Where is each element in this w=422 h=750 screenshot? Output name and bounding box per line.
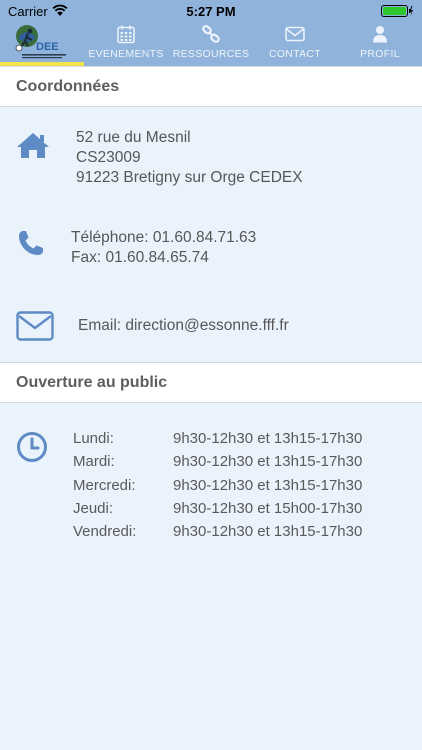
person-icon (373, 26, 387, 43)
section-header-ouverture: Ouverture au public (0, 362, 422, 403)
envelope-icon (285, 26, 305, 42)
address-line-2: CS23009 (76, 149, 141, 166)
section-title: Ouverture au public (16, 374, 168, 391)
clock-icon (17, 432, 47, 462)
day-label: Vendredi: (73, 523, 137, 540)
phone-block: Téléphone: 01.60.84.71.63 Fax: 01.60.84.… (71, 228, 256, 268)
tab-contact-label: CONTACT (268, 48, 322, 60)
day-hours: 9h30-12h30 et 13h15-17h30 (173, 523, 363, 540)
logo-text: DEE (36, 41, 59, 53)
address-line-1: 52 rue du Mesnil (76, 129, 191, 146)
battery-icon (381, 5, 413, 17)
day-label: Lundi: (73, 430, 114, 447)
address-line-3: 91223 Bretigny sur Orge CEDEX (76, 169, 303, 186)
day-label: Mardi: (73, 453, 115, 470)
day-label: Jeudi: (73, 500, 114, 517)
day-hours: 9h30-12h30 et 13h15-17h30 (173, 430, 363, 447)
telephone-text[interactable]: Téléphone: 01.60.84.71.63 (71, 228, 256, 248)
day-hours: 9h30-12h30 et 15h00-17h30 (173, 500, 363, 517)
link-icon (202, 25, 220, 43)
tab-evenements-label: EVENEMENTS (88, 48, 164, 60)
tab-ressources[interactable]: RESSOURCES (168, 22, 254, 66)
tab-evenements[interactable]: EVENEMENTS (84, 22, 168, 66)
day-hours: 9h30-12h30 et 13h15-17h30 (173, 477, 363, 494)
section-title: Coordonnées (16, 78, 120, 95)
section-header-coordonnees: Coordonnées (0, 66, 422, 107)
envelope-icon (16, 311, 54, 341)
fax-text: Fax: 01.60.84.65.74 (71, 249, 209, 266)
phone-icon (19, 231, 43, 255)
logo-tab[interactable]: DEE (0, 22, 84, 66)
top-bar: Carrier 5:27 PM DEE EVENEMENTS RESSOURCE… (0, 0, 422, 66)
tab-profil[interactable]: PROFIL (338, 22, 422, 66)
tab-ressources-label: RESSOURCES (172, 48, 250, 60)
address-block: 52 rue du Mesnil CS23009 91223 Bretigny … (76, 128, 303, 188)
day-hours: 9h30-12h30 et 13h15-17h30 (173, 453, 363, 470)
email-text[interactable]: Email: direction@essonne.fff.fr (78, 316, 289, 336)
day-label: Mercredi: (73, 477, 136, 494)
dee-logo: DEE (15, 25, 66, 59)
home-icon (17, 133, 49, 158)
calendar-icon (117, 25, 135, 44)
tab-contact[interactable]: CONTACT (254, 22, 336, 66)
status-bar: Carrier 5:27 PM (0, 0, 422, 22)
status-time: 5:27 PM (186, 4, 236, 19)
tab-profil-label: PROFIL (360, 48, 400, 60)
